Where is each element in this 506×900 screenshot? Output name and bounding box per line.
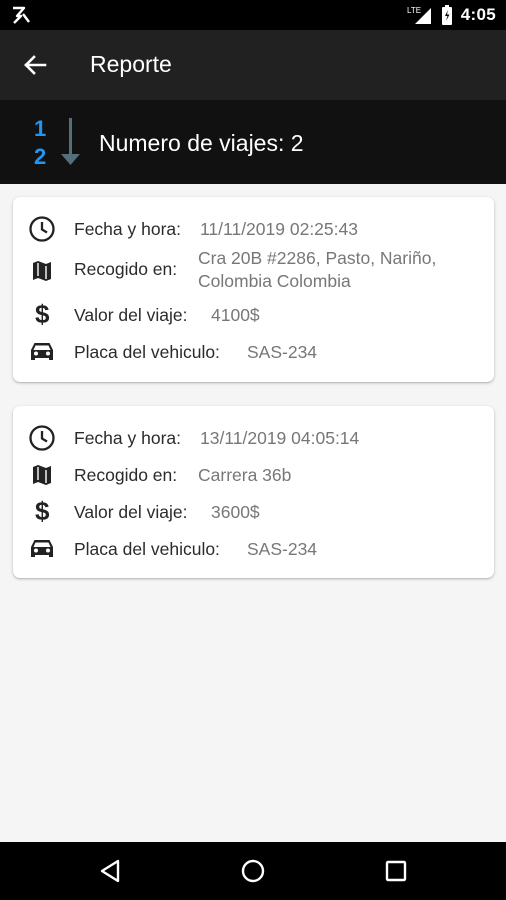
datetime-value: 13/11/2019 04:05:14: [200, 428, 360, 448]
svg-text:1: 1: [34, 116, 46, 141]
page-title: Reporte: [90, 51, 172, 77]
trip-price-row: $ Valor del viaje: 4100$: [13, 299, 494, 331]
clock-icon: [29, 216, 55, 242]
trip-pickup-row: Recogido en: Carrera 36b: [13, 460, 494, 492]
plate-value: SAS-234: [247, 342, 318, 362]
datetime-value: 11/11/2019 02:25:43: [200, 219, 358, 239]
car-icon: [31, 343, 53, 360]
trip-plate-row: Placa del vehiculo: SAS-234: [13, 533, 494, 565]
trip-card[interactable]: Fecha y hora: 11/11/2019 02:25:43 Recogi…: [13, 197, 494, 382]
trip-count-text: Numero de viajes: 2: [99, 130, 304, 156]
svg-text:LTE: LTE: [407, 6, 421, 15]
trip-datetime-row: Fecha y hora: 13/11/2019 04:05:14: [13, 422, 494, 454]
map-icon: [33, 261, 51, 281]
signal-icon: LTE: [407, 6, 431, 24]
trip-list: Fecha y hora: 11/11/2019 02:25:43 Recogi…: [0, 184, 506, 842]
trip-pickup-row: Recogido en: Cra 20B #2286, Pasto, Nariñ…: [13, 248, 494, 301]
pickup-label: Recogido en:: [74, 465, 178, 485]
trip-datetime-row: Fecha y hora: 11/11/2019 02:25:43: [13, 213, 494, 245]
back-triangle-icon[interactable]: [95, 855, 127, 887]
system-nav-bar: [0, 842, 506, 900]
pickup-label: Recogido en:: [74, 259, 178, 279]
car-icon: [31, 540, 53, 557]
svg-text:$: $: [35, 497, 50, 525]
price-value: 4100$: [211, 305, 260, 325]
pickup-value: Carrera 36b: [198, 465, 292, 485]
status-icons: LTE 4:05: [407, 4, 496, 26]
notification-icon: [13, 6, 30, 24]
plate-label: Placa del vehiculo:: [74, 342, 220, 362]
trip-card[interactable]: Fecha y hora: 13/11/2019 04:05:14 Recogi…: [13, 406, 494, 578]
price-label: Valor del viaje:: [74, 305, 188, 325]
arrow-back-icon[interactable]: [18, 48, 52, 82]
datetime-label: Fecha y hora:: [74, 428, 181, 448]
price-value: 3600$: [211, 502, 260, 522]
svg-text:2: 2: [34, 144, 46, 169]
map-icon: [33, 465, 51, 485]
status-time: 4:05: [460, 5, 496, 24]
trip-plate-row: Placa del vehiculo: SAS-234: [13, 336, 494, 368]
plate-label: Placa del vehiculo:: [74, 539, 220, 559]
app-bar: Reporte: [0, 30, 506, 100]
price-label: Valor del viaje:: [74, 502, 188, 522]
plate-value: SAS-234: [247, 539, 318, 559]
pickup-value: Cra 20B #2286, Pasto, Nariño, Colombia C…: [198, 248, 437, 291]
battery-icon: [441, 5, 452, 25]
svg-text:$: $: [35, 300, 50, 328]
trip-price-row: $ Valor del viaje: 3600$: [13, 496, 494, 528]
trip-count-header: 1 2 Numero de viajes: 2: [0, 100, 506, 184]
clock-icon: [29, 425, 55, 451]
dollar-icon: $: [35, 300, 50, 328]
status-bar: LTE 4:05: [0, 0, 506, 30]
datetime-label: Fecha y hora:: [74, 219, 181, 239]
sort-numeric-icon: 1 2: [34, 116, 80, 169]
home-circle-icon[interactable]: [237, 855, 269, 887]
dollar-icon: $: [35, 497, 50, 525]
recents-square-icon[interactable]: [380, 855, 412, 887]
